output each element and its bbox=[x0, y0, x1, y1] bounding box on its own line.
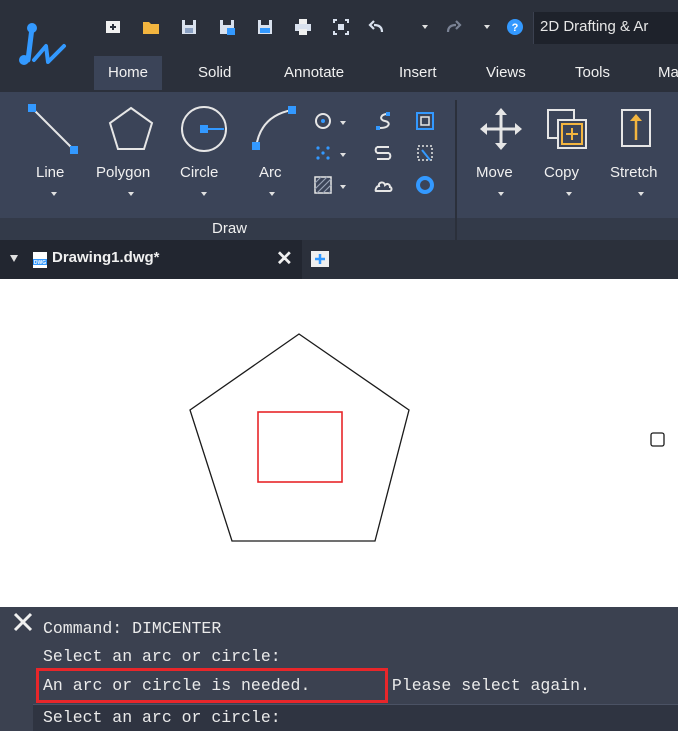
copy-tool-label: Copy bbox=[544, 164, 580, 181]
undo-dropdown-icon[interactable] bbox=[422, 25, 428, 29]
ellipse-icon[interactable] bbox=[312, 110, 334, 132]
stretch-tool-button[interactable]: Stretch bbox=[608, 100, 678, 210]
line-tool-button[interactable]: Line bbox=[24, 100, 84, 210]
app-logo-icon[interactable] bbox=[12, 20, 72, 76]
save-icon[interactable] bbox=[176, 14, 202, 40]
stretch-dropdown-icon[interactable] bbox=[638, 192, 644, 196]
arc-icon bbox=[252, 106, 296, 150]
line-tool-label: Line bbox=[36, 164, 65, 181]
redo-icon[interactable] bbox=[440, 14, 466, 40]
polygon-dropdown-icon[interactable] bbox=[128, 192, 134, 196]
undo-icon[interactable] bbox=[364, 14, 390, 40]
svg-text:DWG: DWG bbox=[34, 260, 46, 266]
line-icon bbox=[28, 104, 78, 154]
move-icon bbox=[480, 108, 522, 150]
draw-panel-title: Draw bbox=[212, 220, 248, 237]
polygon-tool-button[interactable]: Polygon bbox=[96, 100, 166, 210]
circle-tool-label: Circle bbox=[180, 164, 219, 181]
error-highlight-box bbox=[36, 668, 388, 703]
tab-annotate[interactable]: Annotate bbox=[270, 56, 358, 90]
move-dropdown-icon[interactable] bbox=[498, 192, 504, 196]
redo-dropdown-icon[interactable] bbox=[484, 25, 490, 29]
cloud-icon[interactable] bbox=[372, 174, 394, 196]
move-tool-button[interactable]: Move bbox=[472, 100, 532, 210]
boundary-icon[interactable] bbox=[372, 142, 394, 164]
circle-tool-button[interactable]: Circle bbox=[176, 100, 232, 210]
new-document-tab-icon[interactable] bbox=[309, 249, 331, 269]
line-dropdown-icon[interactable] bbox=[51, 192, 57, 196]
polygon-tool-label: Polygon bbox=[96, 164, 151, 181]
print-icon[interactable] bbox=[290, 14, 316, 40]
tab-views[interactable]: Views bbox=[472, 56, 540, 90]
circle-dropdown-icon[interactable] bbox=[201, 192, 207, 196]
move-tool-label: Move bbox=[476, 164, 513, 181]
command-line-close-icon[interactable] bbox=[12, 611, 34, 633]
document-tab-title: Drawing1.dwg* bbox=[52, 249, 160, 266]
new-icon[interactable] bbox=[100, 14, 126, 40]
arc-dropdown-icon[interactable] bbox=[269, 192, 275, 196]
copy-icon bbox=[547, 109, 587, 149]
svg-text:?: ? bbox=[512, 22, 519, 34]
selection-rectangle bbox=[257, 411, 343, 483]
spline-icon[interactable] bbox=[372, 110, 394, 132]
command-prompt[interactable]: Select an arc or circle: bbox=[43, 708, 281, 727]
hatch-dropdown-icon[interactable] bbox=[340, 185, 346, 189]
save-all-icon[interactable] bbox=[252, 14, 278, 40]
arc-tool-button[interactable]: Arc bbox=[246, 100, 300, 210]
stretch-tool-label: Stretch bbox=[610, 164, 658, 181]
hatch-icon[interactable] bbox=[312, 174, 334, 196]
modify-panel-footer[interactable] bbox=[457, 218, 678, 242]
tab-more[interactable]: Ma bbox=[644, 56, 678, 90]
command-error-suffix: Please select again. bbox=[382, 676, 590, 695]
pentagon-shape bbox=[189, 333, 410, 542]
rectangle-icon[interactable] bbox=[414, 110, 436, 132]
canvas-geometry bbox=[189, 333, 665, 542]
open-folder-icon[interactable] bbox=[138, 14, 164, 40]
point-icon[interactable] bbox=[312, 142, 334, 164]
tab-home[interactable]: Home bbox=[94, 56, 163, 90]
polygon-icon bbox=[108, 106, 154, 150]
document-close-icon[interactable]: ✕ bbox=[276, 249, 293, 269]
copy-tool-button[interactable]: Copy bbox=[544, 100, 596, 210]
command-history-line-2: Select an arc or circle: bbox=[43, 647, 281, 666]
donut-icon[interactable] bbox=[414, 174, 436, 196]
ellipse-dropdown-icon[interactable] bbox=[340, 121, 346, 125]
wipeout-icon[interactable] bbox=[414, 142, 436, 164]
help-icon[interactable]: ? bbox=[502, 14, 528, 40]
copy-dropdown-icon[interactable] bbox=[566, 192, 572, 196]
cursor-pickbox bbox=[650, 432, 665, 447]
tab-tools[interactable]: Tools bbox=[561, 56, 624, 90]
dwg-file-icon: DWG bbox=[33, 252, 47, 268]
save-as-icon[interactable] bbox=[214, 14, 240, 40]
arc-tool-label: Arc bbox=[259, 164, 282, 181]
plot-icon[interactable] bbox=[328, 14, 354, 40]
point-dropdown-icon[interactable] bbox=[340, 153, 346, 157]
stretch-icon bbox=[621, 109, 651, 147]
document-menu-icon[interactable] bbox=[10, 255, 18, 262]
ribbon-separator bbox=[455, 100, 457, 240]
window-title: 2D Drafting & Ar bbox=[540, 18, 649, 35]
circle-icon bbox=[181, 106, 227, 152]
tab-insert[interactable]: Insert bbox=[385, 56, 451, 90]
command-history-line-1: Command: DIMCENTER bbox=[43, 619, 222, 638]
tab-solid[interactable]: Solid bbox=[184, 56, 245, 90]
